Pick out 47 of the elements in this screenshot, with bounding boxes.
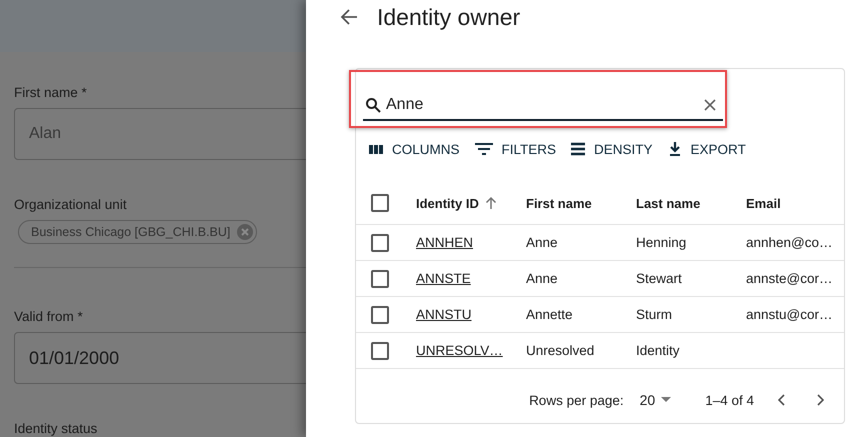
rows-per-page-label: Rows per page:	[529, 392, 624, 408]
input-field[interactable]: 01/01/2000	[14, 332, 306, 384]
table-cell: annste@cor…	[746, 271, 832, 286]
columns-icon	[368, 142, 384, 156]
column-header[interactable]: Last name	[636, 196, 700, 210]
table-cell: Anne	[526, 235, 558, 250]
caret-icon	[661, 397, 672, 403]
checkbox[interactable]	[371, 342, 389, 360]
chevron-left-icon	[778, 394, 786, 406]
identity-link[interactable]: ANNSTU	[416, 307, 472, 322]
density-icon	[570, 142, 586, 156]
table-cell: Unresolved	[526, 343, 594, 358]
page-range: 1–4 of 4	[705, 392, 754, 408]
filters-icon	[474, 142, 494, 156]
toolbar-button[interactable]: EXPORT	[666, 139, 746, 159]
toolbar-button[interactable]: FILTERS	[474, 139, 556, 159]
table-cell: Sturm	[636, 307, 672, 322]
search-icon	[365, 97, 381, 113]
rows-per-page-select[interactable]: 20	[640, 392, 672, 408]
checkbox[interactable]	[371, 270, 389, 288]
checkbox[interactable]	[371, 194, 389, 212]
sort-arrow-icon[interactable]	[484, 196, 497, 210]
column-header[interactable]: First name	[526, 196, 592, 210]
identity-link[interactable]: ANNSTE	[416, 271, 471, 286]
identity-link[interactable]: ANNHEN	[416, 235, 474, 250]
column-header[interactable]: Identity ID	[416, 196, 479, 210]
drawer-title: Identity owner	[377, 4, 520, 30]
table-cell: annstu@cor…	[746, 307, 832, 322]
table-cell: Annette	[526, 307, 573, 322]
toolbar-button[interactable]: COLUMNS	[368, 139, 460, 159]
table-cell: Identity	[636, 343, 680, 358]
checkbox[interactable]	[371, 234, 389, 252]
table-cell: annhen@co…	[746, 235, 833, 250]
field-label: Valid from *	[14, 308, 84, 326]
toolbar-button[interactable]: DENSITY	[570, 139, 653, 159]
chevron-right-icon	[816, 394, 824, 406]
back-arrow-icon[interactable]	[340, 8, 358, 26]
column-header[interactable]: Email	[746, 196, 781, 210]
field-label: Identity status	[14, 420, 98, 437]
field-label: First name *	[14, 84, 88, 102]
field-label: Organizational unit	[14, 196, 128, 214]
checkbox[interactable]	[371, 306, 389, 324]
clear-icon[interactable]	[703, 98, 717, 112]
identity-link[interactable]: UNRESOLV…	[416, 343, 503, 358]
table-cell: Anne	[526, 271, 558, 286]
table-cell: Henning	[636, 235, 686, 250]
table-cell: Stewart	[636, 271, 682, 286]
